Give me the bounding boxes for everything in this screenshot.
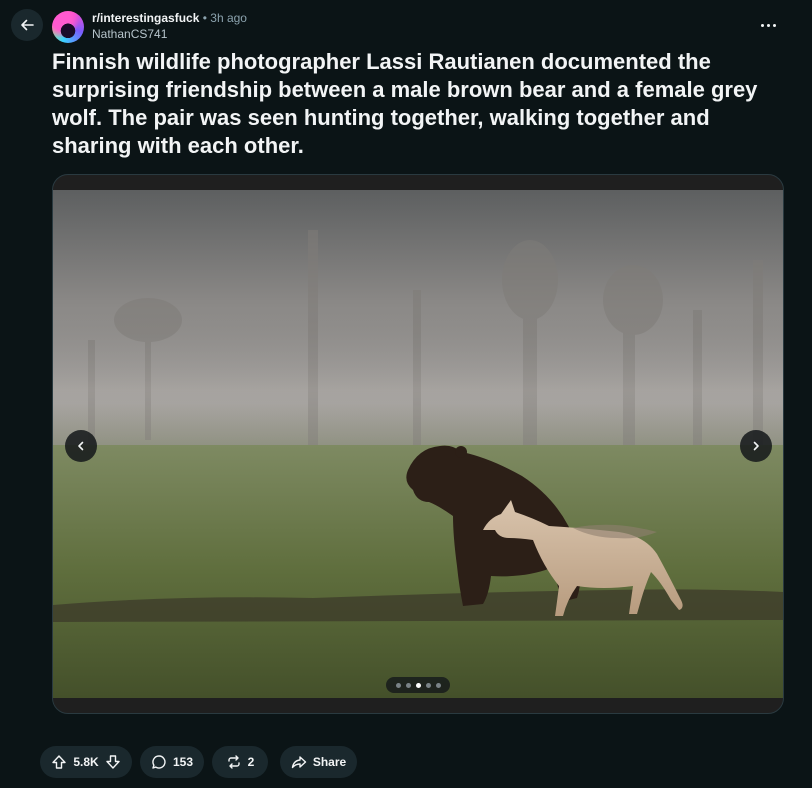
gallery-image[interactable] [53,190,783,698]
post-meta: r/interestingasfuck • 3h ago NathanCS741 [92,11,247,42]
crosspost-button[interactable]: 2 [212,746,268,778]
share-label: Share [312,755,347,769]
vote-control: 5.8K [40,746,132,778]
crosspost-icon [227,755,240,769]
arrow-left-icon [21,19,34,31]
chevron-left-icon [78,441,84,451]
gallery-dot[interactable] [405,682,411,688]
subreddit-avatar[interactable] [52,11,84,43]
back-button[interactable] [11,9,43,41]
gallery-dot[interactable] [425,682,431,688]
meta-separator: • [202,11,207,25]
crosspost-count: 2 [247,755,255,769]
more-dot [766,23,770,27]
photo-illustration [53,230,783,698]
downvote-icon[interactable] [105,754,121,770]
gallery-dot-active[interactable] [415,682,421,688]
more-horizontal-icon [760,23,764,27]
post-time: 3h ago [210,11,247,25]
gallery-prev-button[interactable] [65,430,97,462]
vote-count: 5.8K [73,755,99,769]
more-options-button[interactable] [753,12,783,38]
comments-button[interactable]: 153 [140,746,204,778]
gallery-next-button[interactable] [740,430,772,462]
subreddit-link[interactable]: r/interestingasfuck [92,11,199,25]
comment-icon [152,755,166,769]
share-button[interactable]: Share [280,746,357,778]
media-gallery [52,174,784,714]
share-icon [291,756,307,769]
gallery-dot[interactable] [435,682,441,688]
post-title: Finnish wildlife photographer Lassi Raut… [52,49,758,158]
gallery-dot[interactable] [395,682,401,688]
more-dot [772,23,776,27]
author-link[interactable]: NathanCS741 [92,27,247,42]
gallery-pagination [386,677,450,693]
comment-count: 153 [172,755,194,769]
chevron-right-icon [753,441,759,451]
upvote-icon[interactable] [51,754,67,770]
